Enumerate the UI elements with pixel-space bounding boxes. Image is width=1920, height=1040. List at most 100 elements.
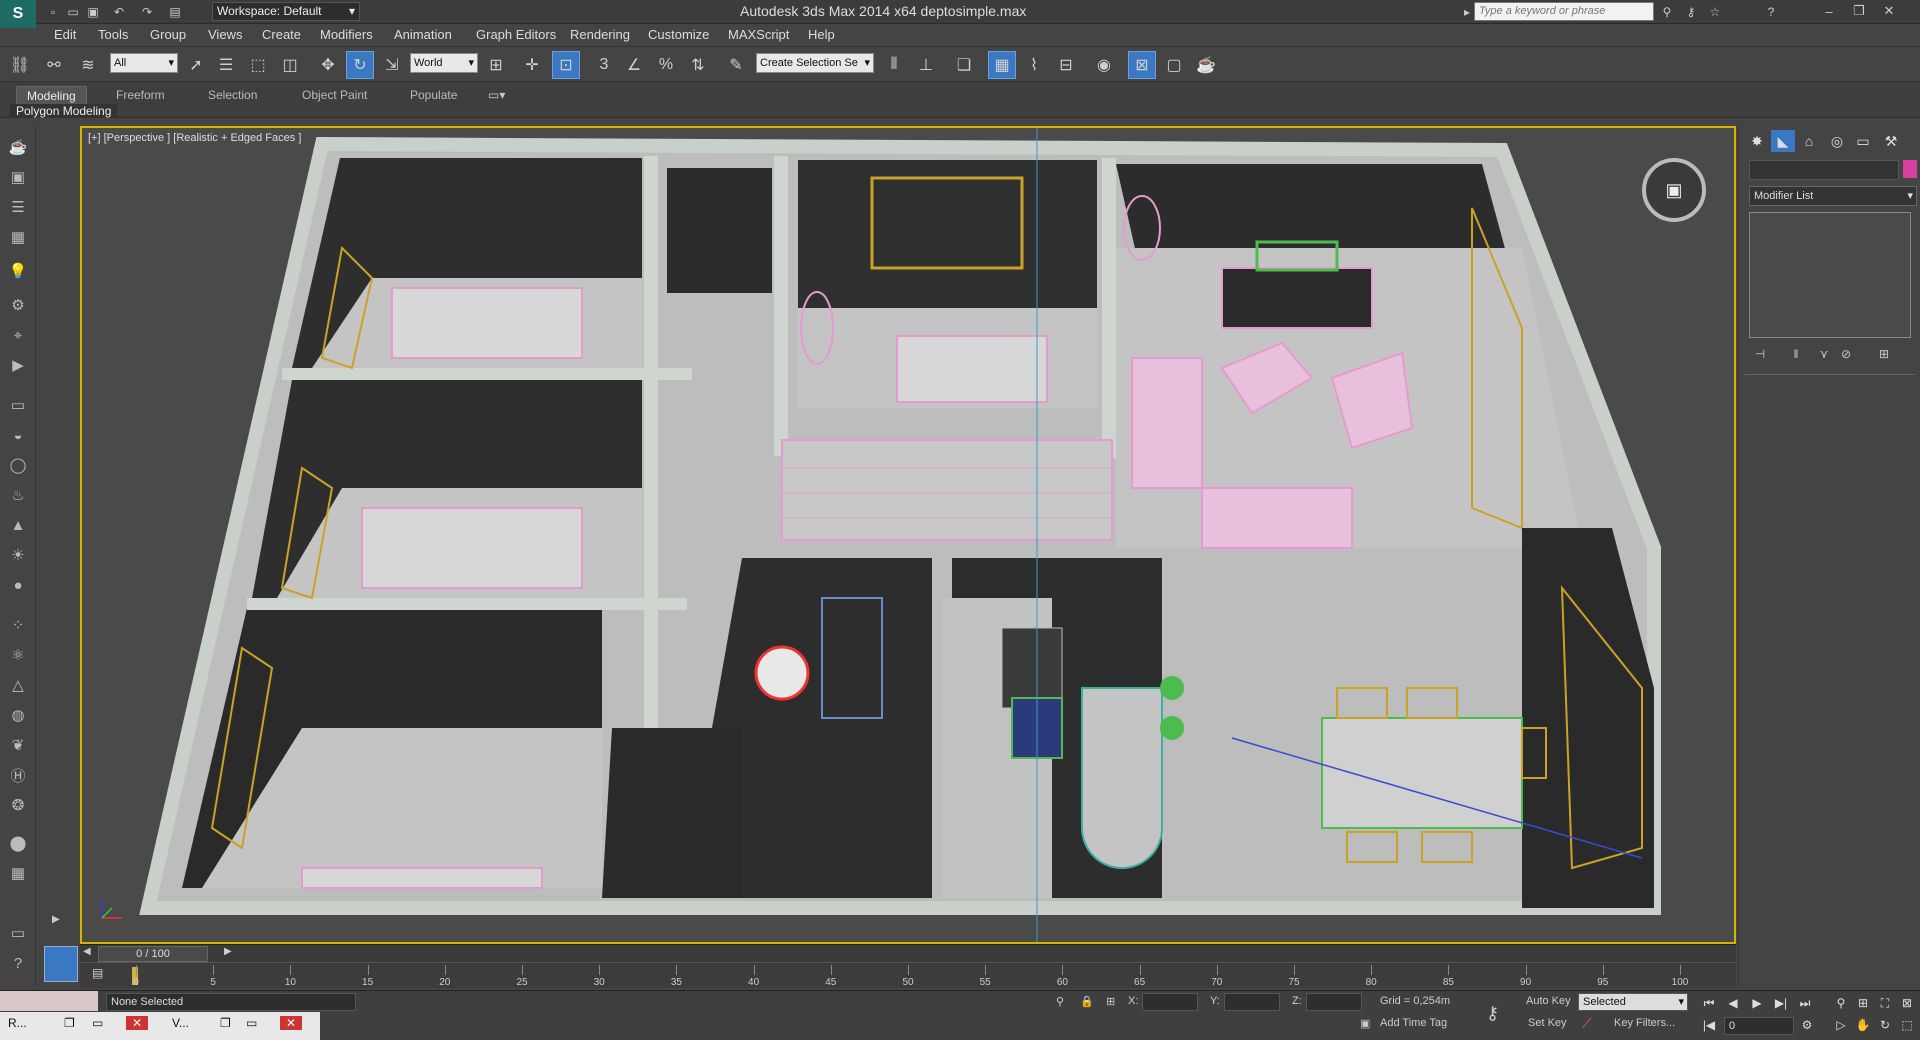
help-icon[interactable]: ?: [1762, 3, 1780, 21]
expand-strip-icon[interactable]: ▶: [52, 914, 68, 930]
absolute-mode-icon[interactable]: ⊞: [1106, 995, 1115, 1008]
time-slider[interactable]: ◀ 0 / 100 ▶: [80, 944, 1736, 962]
zoom-all-icon[interactable]: ⊞: [1852, 993, 1874, 1013]
remove-modifier-icon[interactable]: ⊘: [1835, 344, 1857, 364]
menu-create[interactable]: Create: [262, 27, 301, 42]
status-panel-icon[interactable]: ▭: [6, 922, 30, 944]
ribbon-tab-object-paint[interactable]: Object Paint: [292, 86, 377, 104]
mirror-icon[interactable]: ⫴: [880, 51, 908, 79]
rendered-frame-window-icon[interactable]: ▢: [1160, 51, 1188, 79]
menu-customize[interactable]: Customize: [648, 27, 709, 42]
auto-key-button[interactable]: Auto Key: [1526, 995, 1571, 1007]
open-file-icon[interactable]: ▭: [64, 3, 82, 21]
redo-icon[interactable]: ↷: [138, 3, 156, 21]
select-object-icon[interactable]: ➚: [182, 51, 210, 79]
layer-manager-icon[interactable]: ❏: [950, 51, 978, 79]
hierarchy-panel-icon[interactable]: ⌂: [1797, 130, 1821, 152]
grid-icon[interactable]: ▦: [6, 226, 30, 248]
set-keys-icon[interactable]: ⟋: [1582, 1015, 1592, 1032]
close-icon[interactable]: ✕: [1876, 2, 1902, 20]
key-filters-button[interactable]: Key Filters...: [1614, 1017, 1675, 1029]
x-coordinate-field[interactable]: [1142, 993, 1198, 1011]
ribbon-tab-populate[interactable]: Populate: [400, 86, 467, 104]
perspective-viewport[interactable]: [+] [Perspective ] [Realistic + Edged Fa…: [80, 126, 1736, 944]
spinner-snap-icon[interactable]: ⇅: [684, 51, 712, 79]
menu-maxscript[interactable]: MAXScript: [728, 27, 789, 42]
curve-editor-icon[interactable]: ⌇: [1020, 51, 1048, 79]
orbit-icon[interactable]: ↻: [1874, 1015, 1896, 1035]
named-selection-dropdown[interactable]: Create Selection Se ▾: [756, 53, 874, 73]
hair-icon[interactable]: Ⓗ: [6, 764, 30, 786]
coin-icon[interactable]: ●: [6, 574, 30, 596]
show-end-result-icon[interactable]: ‖: [1785, 344, 1807, 364]
time-slider-readout[interactable]: 0 / 100: [98, 946, 208, 962]
maximize-viewport-icon[interactable]: ⬚: [1896, 1015, 1918, 1035]
field-of-view-icon[interactable]: ▷: [1830, 1015, 1852, 1035]
menu-modifiers[interactable]: Modifiers: [320, 27, 373, 42]
previous-frame-icon[interactable]: ◀: [1722, 993, 1744, 1013]
ribbon-panel-label[interactable]: Polygon Modeling: [10, 104, 118, 118]
camera-icon[interactable]: ⌖: [6, 324, 30, 346]
pivot-center-icon[interactable]: ⊞: [482, 51, 510, 79]
workspace-dropdown[interactable]: Workspace: Default ▾: [212, 2, 360, 21]
lock-icon[interactable]: 🔒: [1080, 995, 1094, 1008]
zoom-extents-icon[interactable]: ⛶: [1874, 993, 1896, 1013]
maximize-icon[interactable]: ▭: [92, 1016, 103, 1030]
image-icon[interactable]: ▣: [6, 166, 30, 188]
configure-modifier-sets-icon[interactable]: ⊞: [1873, 344, 1895, 364]
menu-tools[interactable]: Tools: [98, 27, 128, 42]
maximize-icon[interactable]: ▭: [246, 1016, 257, 1030]
sphere-icon[interactable]: ◯: [6, 454, 30, 476]
rotate-icon[interactable]: ↻: [346, 51, 374, 79]
taskbar-item-viewport[interactable]: V...: [172, 1016, 189, 1030]
render-production-icon[interactable]: ☕: [1192, 51, 1220, 79]
menu-rendering[interactable]: Rendering: [570, 27, 630, 42]
go-to-end-icon[interactable]: ⏭: [1794, 993, 1816, 1013]
add-time-tag[interactable]: Add Time Tag: [1380, 1017, 1447, 1029]
rectangular-selection-icon[interactable]: ⬚: [244, 51, 272, 79]
play-icon[interactable]: ▶: [1746, 993, 1768, 1013]
display-panel-icon[interactable]: ▭: [1851, 130, 1875, 152]
y-coordinate-field[interactable]: [1224, 993, 1280, 1011]
add-time-tag-icon[interactable]: ▣: [1360, 1017, 1370, 1030]
menu-graph-editors[interactable]: Graph Editors: [476, 27, 556, 42]
next-frame-icon[interactable]: ▶|: [1770, 993, 1792, 1013]
unlink-icon[interactable]: ⚯: [40, 51, 68, 79]
time-next-icon[interactable]: ▶: [224, 946, 232, 957]
pan-icon[interactable]: ✋: [1852, 1015, 1874, 1035]
scale-icon[interactable]: ⇲: [378, 51, 406, 79]
subscription-key-icon[interactable]: ⚷: [1682, 3, 1700, 21]
restore-icon[interactable]: ❐: [220, 1016, 231, 1030]
set-key-button[interactable]: Set Key: [1528, 1017, 1567, 1029]
plant-icon[interactable]: ❦: [6, 734, 30, 756]
light-bulb-icon[interactable]: 💡: [6, 260, 30, 282]
undo-icon[interactable]: ↶: [110, 3, 128, 21]
make-unique-icon[interactable]: ⋎: [1813, 344, 1835, 364]
link-icon[interactable]: ⛓: [6, 51, 34, 79]
select-by-name-icon[interactable]: ☰: [212, 51, 240, 79]
edit-named-selection-icon[interactable]: ✎: [722, 51, 750, 79]
hemisphere-icon[interactable]: ◒: [6, 424, 30, 446]
help-search-input[interactable]: Type a keyword or phrase: [1474, 2, 1654, 21]
ribbon-tab-selection[interactable]: Selection: [198, 86, 267, 104]
box-icon[interactable]: ▭: [6, 394, 30, 416]
select-and-manipulate-icon[interactable]: ✛: [518, 51, 546, 79]
save-file-icon[interactable]: ▣: [84, 3, 102, 21]
motion-panel-icon[interactable]: ◎: [1825, 130, 1849, 152]
z-coordinate-field[interactable]: [1306, 993, 1362, 1011]
time-prev-icon[interactable]: ◀: [83, 946, 91, 957]
close-icon[interactable]: ✕: [126, 1016, 149, 1030]
track-filter-icon[interactable]: ▤: [92, 966, 112, 986]
film-icon[interactable]: ▶: [6, 354, 30, 376]
viewcube[interactable]: ▣: [1642, 158, 1706, 222]
schematic-view-icon[interactable]: ⊟: [1052, 51, 1080, 79]
track-bar[interactable]: 0 5 10 15 20 25 30 35 40 45 50 55 60 65 70 75 80 85 90 95 10…: [80, 962, 1736, 988]
mini-listener-button[interactable]: [44, 946, 78, 982]
restore-icon[interactable]: ❐: [1846, 2, 1872, 20]
keyboard-shortcut-override-icon[interactable]: ⊡: [552, 51, 580, 79]
window-crossing-icon[interactable]: ◫: [276, 51, 304, 79]
set-key-mode-icon[interactable]: ⚷: [1486, 1003, 1499, 1024]
zoom-extents-all-icon[interactable]: ⊠: [1896, 993, 1918, 1013]
bind-space-warp-icon[interactable]: ≋: [74, 51, 102, 79]
restore-icon[interactable]: ❐: [64, 1016, 75, 1030]
